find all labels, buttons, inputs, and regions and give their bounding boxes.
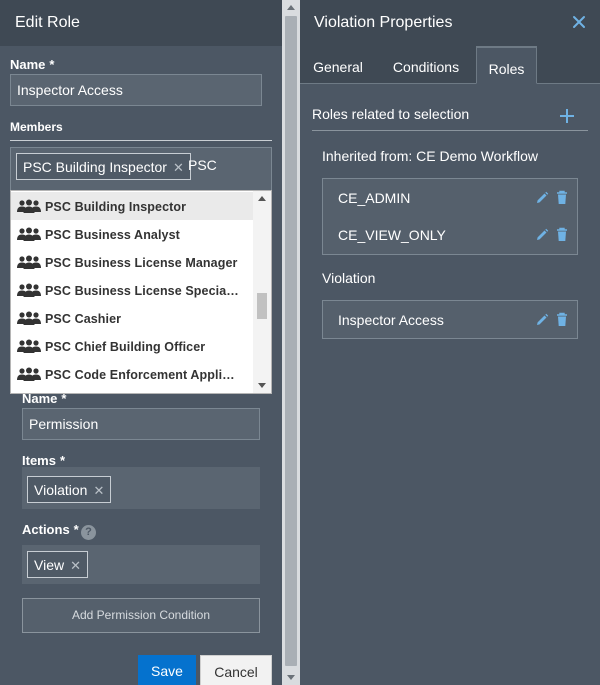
add-role-icon[interactable]	[558, 107, 576, 125]
role-name: CE_ADMIN	[338, 190, 411, 206]
dropdown-option-label: PSC Cashier	[45, 312, 122, 326]
help-icon[interactable]: ?	[81, 525, 96, 540]
save-button[interactable]: Save	[138, 655, 196, 685]
scroll-up-icon[interactable]	[258, 196, 266, 201]
name-label: Name *	[10, 57, 55, 72]
pencil-icon[interactable]	[535, 313, 549, 327]
group-icon	[17, 311, 41, 325]
scroll-down-icon[interactable]	[258, 383, 266, 388]
permission-name-label: Name *	[22, 391, 67, 406]
dropdown-option-label: PSC Business License Specia…	[45, 284, 239, 298]
items-label: Items *	[22, 453, 66, 468]
members-label: Members	[10, 120, 63, 134]
members-dropdown: PSC Building Inspector PSC Business Analy…	[10, 190, 272, 394]
members-divider	[10, 140, 272, 141]
group-icon	[17, 367, 41, 381]
dropdown-option[interactable]: PSC Chief Building Officer	[11, 332, 254, 360]
close-icon[interactable]	[571, 14, 587, 30]
scroll-down-icon[interactable]	[287, 675, 295, 680]
properties-tabs: General Conditions Roles	[300, 46, 600, 84]
trash-icon[interactable]	[556, 227, 568, 242]
dropdown-option-label: PSC Business License Manager	[45, 256, 238, 270]
role-name-value: Inspector Access	[17, 82, 123, 98]
group-icon	[17, 255, 41, 269]
dropdown-option[interactable]: PSC Business License Specia…	[11, 276, 254, 304]
edit-role-title: Edit Role	[15, 14, 80, 31]
group-icon	[17, 227, 41, 241]
dropdown-scroll-thumb[interactable]	[257, 293, 267, 319]
role-name: CE_VIEW_ONLY	[338, 227, 446, 243]
dropdown-option[interactable]: PSC Business Analyst	[11, 220, 254, 248]
dropdown-option[interactable]: PSC Building Inspector	[11, 192, 254, 220]
member-chip-remove-icon[interactable]: ✕	[173, 160, 184, 175]
add-permission-condition-button[interactable]: Add Permission Condition	[22, 598, 260, 633]
pencil-icon[interactable]	[535, 191, 549, 205]
edit-role-header: Edit Role	[0, 0, 282, 46]
edit-role-panel: Edit Role Name * Inspector Access Members…	[0, 0, 282, 685]
violation-properties-title: Violation Properties	[314, 14, 453, 31]
group-icon	[17, 339, 41, 353]
item-chip: Violation ✕	[27, 476, 112, 503]
dropdown-option-label: PSC Code Enforcement Appli…	[45, 368, 235, 382]
action-chip-label: View	[34, 557, 65, 573]
member-chip-label: PSC Building Inspector	[23, 159, 167, 175]
tab-roles[interactable]: Roles	[476, 46, 537, 84]
role-name-input[interactable]: Inspector Access	[10, 74, 262, 106]
tab-conditions[interactable]: Conditions	[380, 46, 472, 84]
dropdown-scrollbar[interactable]	[253, 191, 271, 393]
member-chip: PSC Building Inspector ✕	[16, 153, 191, 180]
dropdown-option[interactable]: PSC Business License Manager	[11, 248, 254, 276]
violation-properties-panel: Violation Properties General Conditions …	[300, 0, 600, 685]
dropdown-option-label: PSC Building Inspector	[45, 200, 187, 214]
group-icon	[17, 283, 41, 297]
item-chip-label: Violation	[34, 482, 88, 498]
group-icon	[17, 199, 41, 213]
permission-name-input[interactable]: Permission	[22, 408, 260, 440]
roles-section-divider	[312, 130, 588, 131]
violation-properties-header: Violation Properties	[300, 0, 600, 46]
role-row: CE_VIEW_ONLY	[323, 217, 577, 253]
trash-icon[interactable]	[556, 190, 568, 205]
cancel-button[interactable]: Cancel	[200, 655, 272, 685]
permission-name-value: Permission	[29, 416, 99, 432]
violation-group-title: Violation	[322, 270, 376, 286]
dropdown-option[interactable]: PSC Code Enforcement Appli…	[11, 360, 254, 388]
item-chip-remove-icon[interactable]: ✕	[93, 483, 104, 498]
dropdown-option-label: PSC Chief Building Officer	[45, 340, 206, 354]
scroll-up-icon[interactable]	[287, 5, 295, 10]
tab-general[interactable]: General	[300, 46, 376, 84]
action-chip-remove-icon[interactable]: ✕	[70, 558, 81, 573]
actions-label: Actions *	[22, 522, 79, 537]
violation-roles-list: Inspector Access	[322, 300, 578, 339]
inherited-roles-list: CE_ADMIN CE_VIEW_ONLY	[322, 178, 578, 255]
panel-scroll-thumb[interactable]	[285, 16, 297, 666]
role-name: Inspector Access	[338, 312, 444, 328]
required-mark: *	[49, 57, 55, 72]
roles-section-title: Roles related to selection	[312, 106, 470, 122]
role-row: CE_ADMIN	[323, 180, 577, 216]
action-chip: View ✕	[27, 551, 88, 578]
inherited-group-title: Inherited from: CE Demo Workflow	[322, 148, 539, 164]
pencil-icon[interactable]	[535, 228, 549, 242]
dropdown-option-label: PSC Business Analyst	[45, 228, 180, 242]
panel-scrollbar[interactable]	[282, 0, 300, 685]
dropdown-option[interactable]: PSC Cashier	[11, 304, 254, 332]
trash-icon[interactable]	[556, 312, 568, 327]
role-row: Inspector Access	[323, 302, 577, 338]
members-search-text[interactable]: PSC	[188, 157, 217, 173]
